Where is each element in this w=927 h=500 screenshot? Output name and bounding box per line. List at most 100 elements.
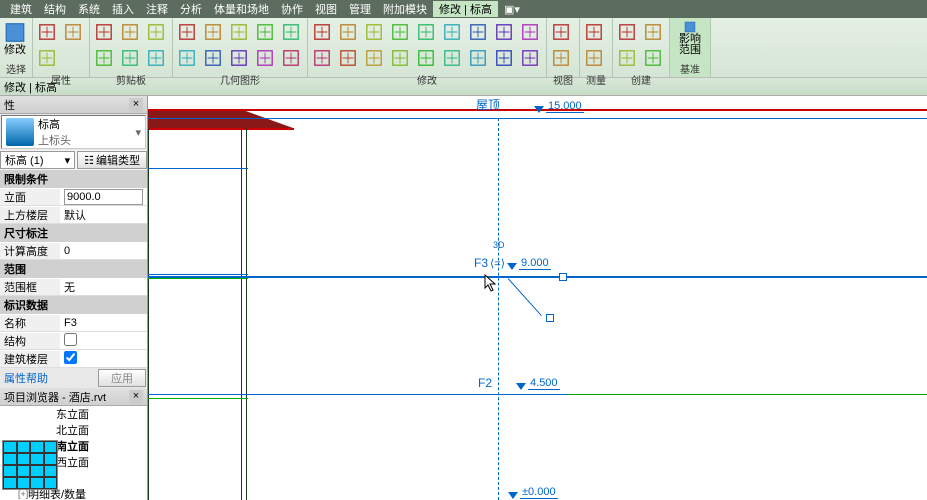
copy-button[interactable] <box>440 20 464 44</box>
level-label-f1[interactable]: ±0.000 <box>508 486 558 499</box>
3d-extent-toggle[interactable]: 3D <box>493 240 505 250</box>
property-group-header[interactable]: 限制条件 <box>0 170 147 188</box>
close-icon[interactable]: × <box>129 98 143 112</box>
menu-item[interactable]: 分析 <box>174 1 208 17</box>
menu-item[interactable]: 注释 <box>140 1 174 17</box>
offset-button[interactable] <box>336 20 360 44</box>
type-props-button[interactable] <box>61 20 85 44</box>
menu-item[interactable]: 体量和场地 <box>208 1 275 17</box>
type-selector[interactable]: 标高 上标头 ▾ <box>1 115 146 149</box>
split-elem-button[interactable] <box>310 46 334 70</box>
align-clip-button[interactable] <box>118 46 142 70</box>
expand-icon[interactable]: [+] <box>18 489 28 499</box>
property-key: 名称 <box>0 315 60 331</box>
instance-combo[interactable]: 标高 (1)▾ <box>0 151 75 169</box>
property-checkbox[interactable] <box>64 333 77 346</box>
create1-button[interactable] <box>615 20 639 44</box>
menu-item[interactable]: 附加模块 <box>377 1 433 17</box>
create2-button[interactable] <box>641 20 665 44</box>
property-value[interactable] <box>60 189 147 205</box>
menu-item[interactable]: 视图 <box>309 1 343 17</box>
property-input[interactable] <box>64 189 143 205</box>
props-panel-button[interactable] <box>35 20 59 44</box>
m18-button[interactable] <box>518 46 542 70</box>
property-value[interactable]: F3 <box>60 317 147 329</box>
m16-button[interactable] <box>466 46 490 70</box>
trim-single-button[interactable] <box>518 20 542 44</box>
measure-button[interactable] <box>582 20 606 44</box>
join-button[interactable] <box>227 20 251 44</box>
rotate-button[interactable] <box>466 20 490 44</box>
pin-button[interactable] <box>388 46 412 70</box>
menu-item[interactable]: 修改 | 标高 <box>433 1 498 17</box>
apply-button[interactable]: 应用 <box>98 369 146 387</box>
g8-button[interactable] <box>227 46 251 70</box>
align-button[interactable] <box>310 20 334 44</box>
scale-button[interactable] <box>362 46 386 70</box>
drag-grip[interactable] <box>546 314 554 322</box>
v2-button[interactable] <box>549 46 573 70</box>
cut-button[interactable] <box>201 20 225 44</box>
unpin-button[interactable] <box>414 46 438 70</box>
create3-button[interactable] <box>615 46 639 70</box>
edit-type-button[interactable]: ☷ 编辑类型 <box>77 151 147 169</box>
dim-button[interactable] <box>582 46 606 70</box>
drawing-canvas[interactable]: 屋顶 15.000 F3 ⟨=⟩ 9.000 3D <box>148 96 927 500</box>
property-value[interactable] <box>60 333 147 349</box>
property-group-header[interactable]: 标识数据 <box>0 296 147 314</box>
level-line-f3[interactable] <box>148 276 927 278</box>
drag-grip[interactable] <box>559 273 567 281</box>
property-value[interactable]: 默认 <box>60 207 147 223</box>
menu-item[interactable]: 结构 <box>38 1 72 17</box>
browser-title-text: 项目浏览器 - 酒店.rvt <box>4 389 106 405</box>
propagate-button[interactable]: 影响 范围 <box>672 20 708 56</box>
tree-item[interactable]: 东立面 <box>0 406 147 422</box>
property-value[interactable] <box>60 351 147 367</box>
property-checkbox[interactable] <box>64 351 77 364</box>
g7-button[interactable] <box>201 46 225 70</box>
clip6-button[interactable] <box>144 46 168 70</box>
create4-button[interactable] <box>641 46 665 70</box>
ribbon-group: 创建 <box>613 18 670 77</box>
menu-item[interactable]: 建筑 <box>4 1 38 17</box>
match-button[interactable] <box>144 20 168 44</box>
instance-row: 标高 (1)▾ ☷ 编辑类型 <box>0 150 147 170</box>
lock-icon[interactable]: ⟨=⟩ <box>490 257 505 270</box>
move-button[interactable] <box>414 20 438 44</box>
menu-item[interactable]: 系统 <box>72 1 106 17</box>
modify-button[interactable]: 修改 <box>2 20 28 56</box>
property-group-header[interactable]: 范围 <box>0 260 147 278</box>
level-label-f2[interactable]: F2 4.500 <box>478 376 560 390</box>
menu-item[interactable]: 协作 <box>275 1 309 17</box>
paste-button[interactable] <box>92 20 116 44</box>
copy-clip-button[interactable] <box>92 46 116 70</box>
tree-item[interactable]: 北立面 <box>0 422 147 438</box>
mirror-draw-button[interactable] <box>388 20 412 44</box>
demolish-button[interactable] <box>175 46 199 70</box>
split-button[interactable] <box>279 20 303 44</box>
cut-button[interactable] <box>118 20 142 44</box>
properties-help-link[interactable]: 属性帮助 <box>0 368 97 388</box>
property-value[interactable]: 无 <box>60 279 147 295</box>
ribbon-group-label: 视图 <box>547 72 579 88</box>
trim-button[interactable] <box>492 20 516 44</box>
level-label-f3[interactable]: F3 ⟨=⟩ 9.000 <box>474 256 551 270</box>
delete-button[interactable] <box>440 46 464 70</box>
mirror-axis-button[interactable] <box>362 20 386 44</box>
level-label-roof[interactable]: 屋顶 15.000 <box>476 96 584 113</box>
wall-join-button[interactable] <box>253 20 277 44</box>
g10-button[interactable] <box>279 46 303 70</box>
family-type-button[interactable] <box>35 46 59 70</box>
g9-button[interactable] <box>253 46 277 70</box>
join-cut-button[interactable] <box>175 20 199 44</box>
array-button[interactable] <box>336 46 360 70</box>
m17-button[interactable] <box>492 46 516 70</box>
property-group-header[interactable]: 尺寸标注 <box>0 224 147 242</box>
menu-item[interactable]: 管理 <box>343 1 377 17</box>
level-line-roof[interactable] <box>148 118 927 119</box>
menu-item[interactable]: 插入 <box>106 1 140 17</box>
close-icon[interactable]: × <box>129 390 143 404</box>
menu-overflow-icon[interactable]: ▣▾ <box>498 3 526 16</box>
property-value[interactable]: 0 <box>60 245 147 257</box>
v1-button[interactable] <box>549 20 573 44</box>
